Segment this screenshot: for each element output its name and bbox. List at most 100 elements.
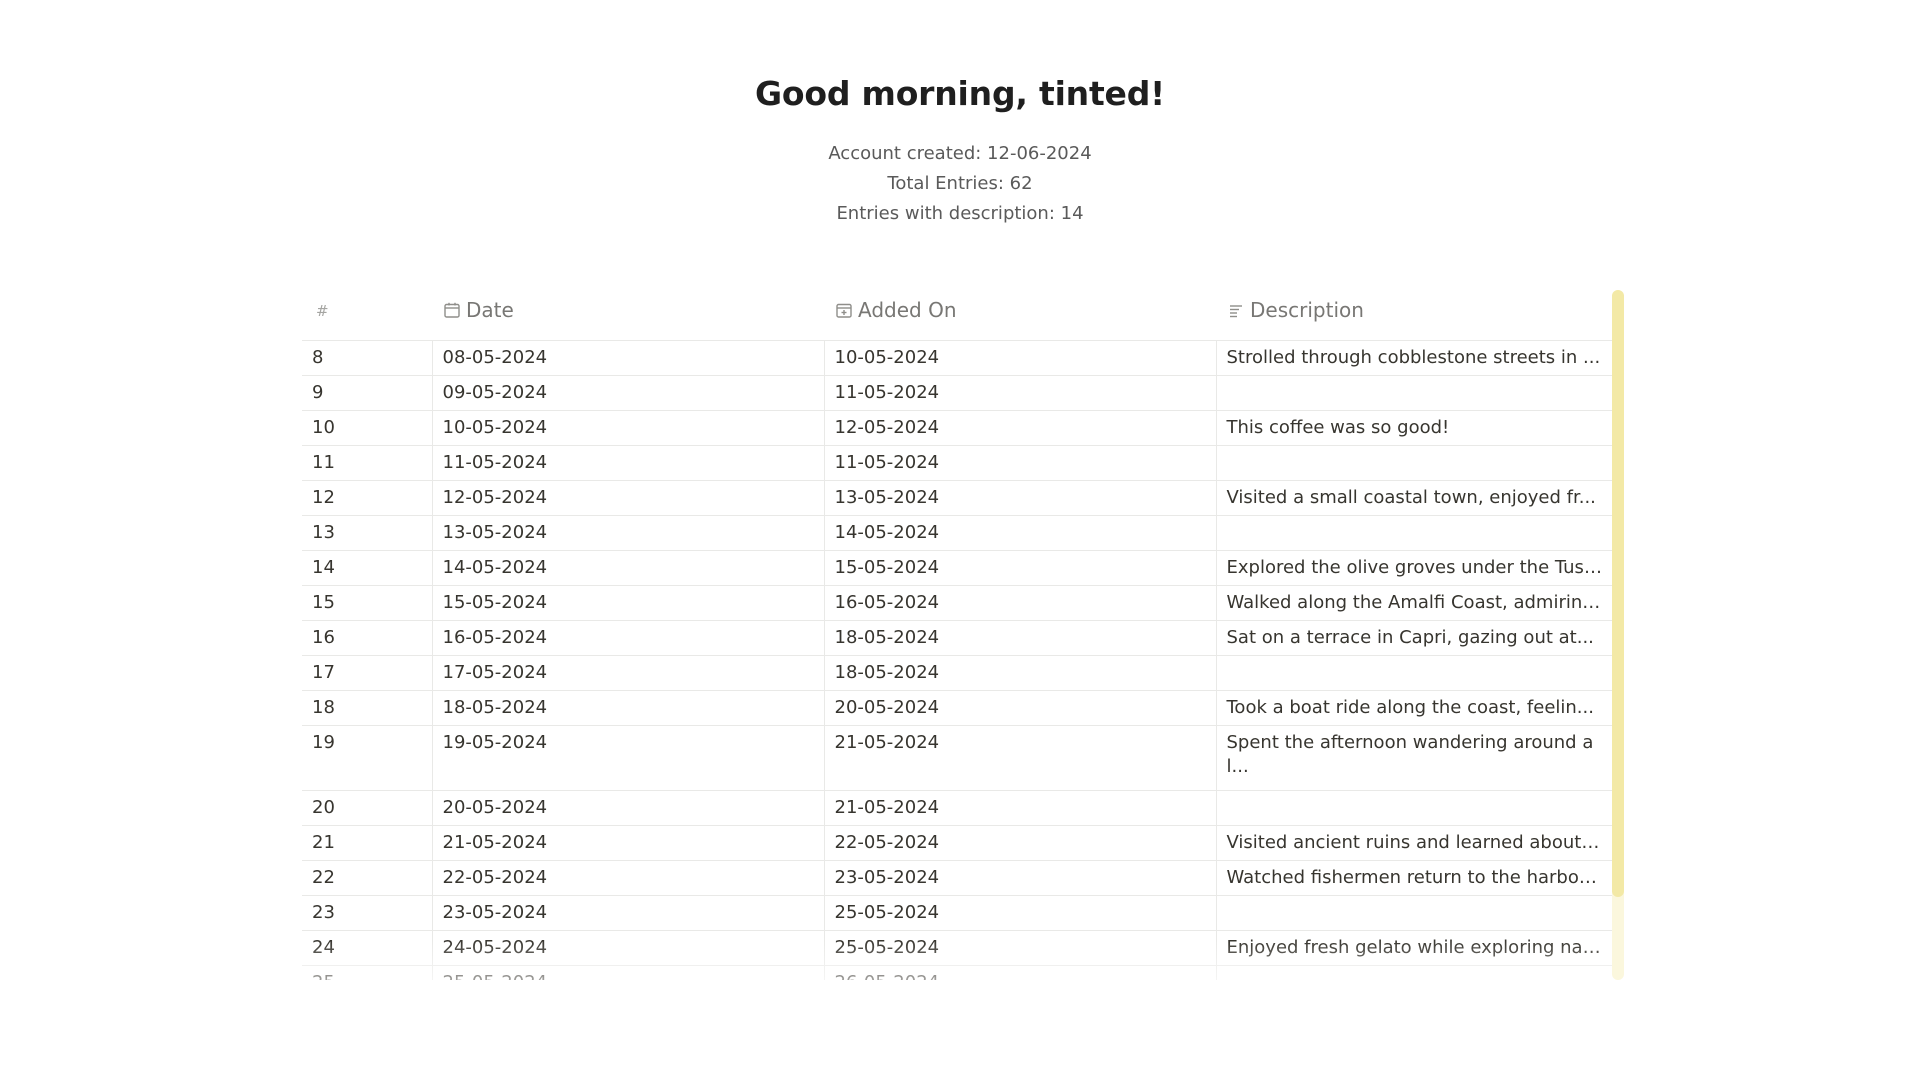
cell-date[interactable]: 15-05-2024	[431, 585, 824, 621]
cell-description[interactable]: Spent the afternoon wandering around a l…	[1215, 725, 1614, 791]
cell-added-on[interactable]: 20-05-2024	[823, 690, 1216, 726]
cell-description[interactable]: Walked along the Amalfi Coast, admiring …	[1215, 585, 1614, 621]
column-header-description[interactable]: Description	[1216, 288, 1614, 341]
cell-number[interactable]: 20	[302, 790, 432, 826]
table-row[interactable]: 9 09-05-2024 11-05-2024	[302, 375, 1614, 411]
column-header-number[interactable]: #	[302, 288, 432, 341]
table-row[interactable]: 13 13-05-2024 14-05-2024	[302, 515, 1614, 551]
cell-date[interactable]: 12-05-2024	[431, 480, 824, 516]
cell-description[interactable]: Sat on a terrace in Capri, gazing out at…	[1215, 620, 1614, 656]
table-row[interactable]: 18 18-05-2024 20-05-2024 Took a boat ride a…	[302, 690, 1614, 726]
cell-description[interactable]: Visited ancient ruins and learned about …	[1215, 825, 1614, 861]
cell-number[interactable]: 11	[302, 445, 432, 481]
table-row[interactable]: 21 21-05-2024 22-05-2024 Visited ancient ru…	[302, 825, 1614, 861]
cell-date[interactable]: 21-05-2024	[431, 825, 824, 861]
cell-description[interactable]: Explored the olive groves under the Tusc…	[1215, 550, 1614, 586]
cell-description[interactable]	[1215, 655, 1614, 691]
cell-added-on[interactable]: 21-05-2024	[823, 790, 1216, 826]
cell-number[interactable]: 8	[302, 340, 432, 376]
column-header-description-label: Description	[1250, 297, 1364, 322]
cell-number[interactable]: 19	[302, 725, 432, 791]
cell-date[interactable]: 22-05-2024	[431, 860, 824, 896]
cell-description[interactable]	[1215, 895, 1614, 931]
table-row[interactable]: 8 08-05-2024 10-05-2024 Strolled through co…	[302, 340, 1614, 376]
cell-added-on[interactable]: 18-05-2024	[823, 655, 1216, 691]
column-header-date[interactable]: Date	[432, 288, 824, 341]
cell-date[interactable]: 17-05-2024	[431, 655, 824, 691]
cell-added-on[interactable]: 25-05-2024	[823, 895, 1216, 931]
cell-added-on[interactable]: 11-05-2024	[823, 375, 1216, 411]
cell-date[interactable]: 24-05-2024	[431, 930, 824, 966]
cell-description[interactable]: Visited a small coastal town, enjoyed fr…	[1215, 480, 1614, 516]
cell-description[interactable]	[1215, 790, 1614, 826]
cell-added-on[interactable]: 10-05-2024	[823, 340, 1216, 376]
cell-added-on[interactable]: 26-05-2024	[823, 965, 1216, 980]
cell-number[interactable]: 10	[302, 410, 432, 446]
cell-added-on[interactable]: 16-05-2024	[823, 585, 1216, 621]
table-row[interactable]: 19 19-05-2024 21-05-2024 Spent the afternoo…	[302, 725, 1614, 791]
entries-table-container[interactable]: # Date Added On Description 8 08-05-2024…	[302, 288, 1622, 980]
table-row[interactable]: 23 23-05-2024 25-05-2024	[302, 895, 1614, 931]
cell-description[interactable]: Watched fishermen return to the harbor i…	[1215, 860, 1614, 896]
cell-number[interactable]: 25	[302, 965, 432, 980]
cell-number[interactable]: 12	[302, 480, 432, 516]
cell-number[interactable]: 15	[302, 585, 432, 621]
cell-description[interactable]: Took a boat ride along the coast, feelin…	[1215, 690, 1614, 726]
account-stats: Account created: 12-06-2024 Total Entrie…	[0, 139, 1920, 229]
cell-added-on[interactable]: 21-05-2024	[823, 725, 1216, 791]
cell-added-on[interactable]: 22-05-2024	[823, 825, 1216, 861]
cell-date[interactable]: 19-05-2024	[431, 725, 824, 791]
cell-date[interactable]: 09-05-2024	[431, 375, 824, 411]
cell-number[interactable]: 17	[302, 655, 432, 691]
cell-added-on[interactable]: 13-05-2024	[823, 480, 1216, 516]
table-row[interactable]: 24 24-05-2024 25-05-2024 Enjoyed fresh gela…	[302, 930, 1614, 966]
cell-added-on[interactable]: 15-05-2024	[823, 550, 1216, 586]
cell-description[interactable]	[1215, 515, 1614, 551]
cell-added-on[interactable]: 18-05-2024	[823, 620, 1216, 656]
table-scrollbar[interactable]	[1612, 290, 1624, 980]
cell-description[interactable]: Enjoyed fresh gelato while exploring nar…	[1215, 930, 1614, 966]
cell-date[interactable]: 16-05-2024	[431, 620, 824, 656]
cell-number[interactable]: 22	[302, 860, 432, 896]
cell-added-on[interactable]: 12-05-2024	[823, 410, 1216, 446]
cell-added-on[interactable]: 25-05-2024	[823, 930, 1216, 966]
cell-description[interactable]: This coffee was so good!	[1215, 410, 1614, 446]
cell-number[interactable]: 21	[302, 825, 432, 861]
cell-number[interactable]: 9	[302, 375, 432, 411]
table-row[interactable]: 10 10-05-2024 12-05-2024 This coffee was so…	[302, 410, 1614, 446]
cell-number[interactable]: 13	[302, 515, 432, 551]
cell-date[interactable]: 25-05-2024	[431, 965, 824, 980]
cell-date[interactable]: 08-05-2024	[431, 340, 824, 376]
cell-date[interactable]: 10-05-2024	[431, 410, 824, 446]
table-row[interactable]: 17 17-05-2024 18-05-2024	[302, 655, 1614, 691]
cell-description[interactable]	[1215, 445, 1614, 481]
table-row[interactable]: 22 22-05-2024 23-05-2024 Watched fishermen …	[302, 860, 1614, 896]
cell-description[interactable]	[1215, 965, 1614, 980]
cell-date[interactable]: 11-05-2024	[431, 445, 824, 481]
cell-date[interactable]: 23-05-2024	[431, 895, 824, 931]
column-header-number-label: #	[316, 302, 329, 320]
table-row[interactable]: 2525-05-202426-05-2024	[302, 965, 1614, 980]
cell-date[interactable]: 20-05-2024	[431, 790, 824, 826]
table-row[interactable]: 15 15-05-2024 16-05-2024 Walked along the A…	[302, 585, 1614, 621]
cell-date[interactable]: 18-05-2024	[431, 690, 824, 726]
table-row[interactable]: 12 12-05-2024 13-05-2024 Visited a small co…	[302, 480, 1614, 516]
cell-added-on[interactable]: 11-05-2024	[823, 445, 1216, 481]
cell-number[interactable]: 16	[302, 620, 432, 656]
table-row[interactable]: 14 14-05-2024 15-05-2024 Explored the olive…	[302, 550, 1614, 586]
cell-number[interactable]: 23	[302, 895, 432, 931]
column-header-added-on[interactable]: Added On	[824, 288, 1216, 341]
table-row[interactable]: 16 16-05-2024 18-05-2024 Sat on a terrace i…	[302, 620, 1614, 656]
cell-description[interactable]: Strolled through cobblestone streets in …	[1215, 340, 1614, 376]
cell-date[interactable]: 14-05-2024	[431, 550, 824, 586]
cell-number[interactable]: 18	[302, 690, 432, 726]
cell-date[interactable]: 13-05-2024	[431, 515, 824, 551]
table-row[interactable]: 11 11-05-2024 11-05-2024	[302, 445, 1614, 481]
table-scrollbar-thumb[interactable]	[1612, 290, 1624, 897]
cell-number[interactable]: 24	[302, 930, 432, 966]
cell-added-on[interactable]: 14-05-2024	[823, 515, 1216, 551]
cell-added-on[interactable]: 23-05-2024	[823, 860, 1216, 896]
table-row[interactable]: 20 20-05-2024 21-05-2024	[302, 790, 1614, 826]
cell-number[interactable]: 14	[302, 550, 432, 586]
cell-description[interactable]	[1215, 375, 1614, 411]
